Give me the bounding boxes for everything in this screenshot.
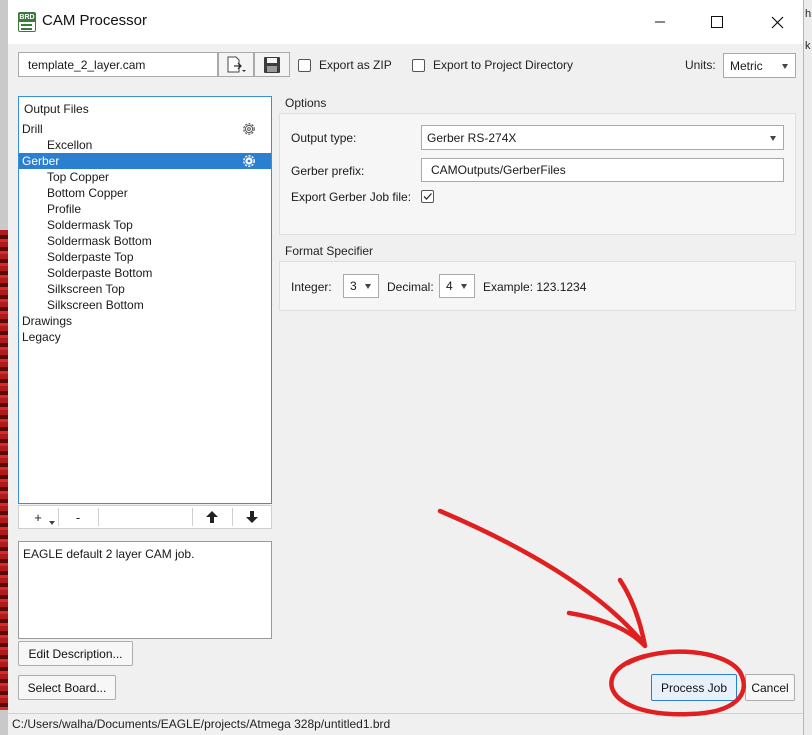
dropdown-arrow-icon <box>770 135 776 141</box>
process-job-button[interactable]: Process Job <box>651 674 737 701</box>
checkmark-icon <box>423 193 432 200</box>
job-description[interactable]: EAGLE default 2 layer CAM job. <box>18 541 272 639</box>
tree-item-legacy[interactable]: Legacy <box>19 329 271 345</box>
export-project-dir-label: Export to Project Directory <box>433 58 574 72</box>
dropdown-arrow-icon <box>782 63 788 69</box>
format-example: Example: 123.1234 <box>483 280 587 294</box>
tree-item-bottom-copper[interactable]: Bottom Copper <box>19 185 271 201</box>
format-title: Format Specifier <box>285 244 374 258</box>
gerber-prefix-label: Gerber prefix: <box>291 164 365 178</box>
decimal-label: Decimal: <box>387 280 434 294</box>
status-bar: C:/Users/walha/Documents/EAGLE/projects/… <box>8 713 803 735</box>
job-file-field[interactable]: template_2_layer.cam <box>18 52 218 77</box>
move-up-button[interactable] <box>193 506 231 528</box>
dropdown-arrow-icon <box>49 521 55 525</box>
tree-item-solderpaste-bottom[interactable]: Solderpaste Bottom <box>19 265 271 281</box>
open-job-button[interactable] <box>218 52 254 77</box>
arrow-up-icon <box>206 511 218 523</box>
gerber-prefix-input[interactable]: CAMOutputs/GerberFiles <box>421 158 784 182</box>
close-button[interactable] <box>754 0 800 44</box>
edit-description-button[interactable]: Edit Description... <box>18 641 133 666</box>
close-icon <box>771 16 783 28</box>
background-window-left <box>0 0 8 735</box>
decimal-select[interactable]: 4 <box>439 274 475 298</box>
tree-item-profile[interactable]: Profile <box>19 201 271 217</box>
tree-item-top-copper[interactable]: Top Copper <box>19 169 271 185</box>
background-board-view <box>0 230 8 710</box>
integer-label: Integer: <box>291 280 332 294</box>
annotation-arrow-head <box>566 577 648 649</box>
export-zip-checkbox[interactable] <box>298 59 311 72</box>
tree-item-drill[interactable]: Drill <box>19 121 271 137</box>
tree-item-soldermask-bottom[interactable]: Soldermask Bottom <box>19 233 271 249</box>
save-job-button[interactable] <box>254 52 290 77</box>
output-files-tree[interactable]: Output Files Drill Excellon Gerber Top C… <box>18 96 272 504</box>
dropdown-arrow-icon <box>365 284 371 289</box>
export-job-label: Export Gerber Job file: <box>291 190 412 204</box>
background-window-right: h k <box>803 0 812 735</box>
remove-output-button[interactable]: - <box>59 506 97 528</box>
save-icon <box>264 56 280 73</box>
tree-header: Output Files <box>24 102 89 116</box>
cancel-button[interactable]: Cancel <box>745 674 795 701</box>
add-output-button[interactable]: + <box>19 506 57 528</box>
maximize-icon <box>711 16 723 28</box>
open-file-icon <box>227 56 246 72</box>
dropdown-arrow-icon <box>461 284 467 289</box>
background-text: h <box>805 8 812 20</box>
units-select[interactable]: Metric <box>723 53 796 78</box>
tree-item-soldermask-top[interactable]: Soldermask Top <box>19 217 271 233</box>
export-project-dir-checkbox[interactable] <box>412 59 425 72</box>
tree-toolbar: + - <box>18 505 272 529</box>
tree-item-silkscreen-bottom[interactable]: Silkscreen Bottom <box>19 297 271 313</box>
output-type-select[interactable]: Gerber RS-274X <box>421 125 784 150</box>
background-text: k <box>805 40 811 52</box>
output-type-label: Output type: <box>291 131 357 145</box>
maximize-button[interactable] <box>694 0 740 44</box>
export-zip-label: Export as ZIP <box>319 58 392 72</box>
tree-item-solderpaste-top[interactable]: Solderpaste Top <box>19 249 271 265</box>
gear-icon[interactable] <box>241 121 257 137</box>
tree-item-excellon[interactable]: Excellon <box>19 137 271 153</box>
window-title: CAM Processor <box>42 12 148 29</box>
move-down-button[interactable] <box>233 506 271 528</box>
export-job-checkbox[interactable] <box>421 190 434 203</box>
select-board-button[interactable]: Select Board... <box>18 675 116 700</box>
tree-item-drawings[interactable]: Drawings <box>19 313 271 329</box>
gear-icon[interactable] <box>241 153 257 169</box>
annotation-arrow-shaft <box>437 508 646 646</box>
integer-select[interactable]: 3 <box>343 274 379 298</box>
app-icon: BRD <box>18 12 36 32</box>
tree-item-silkscreen-top[interactable]: Silkscreen Top <box>19 281 271 297</box>
minimize-icon <box>655 21 665 23</box>
units-label: Units: <box>685 58 716 72</box>
options-title: Options <box>285 96 327 110</box>
tree-item-gerber[interactable]: Gerber <box>19 153 271 169</box>
arrow-down-icon <box>246 511 258 523</box>
minimize-button[interactable] <box>637 0 683 44</box>
